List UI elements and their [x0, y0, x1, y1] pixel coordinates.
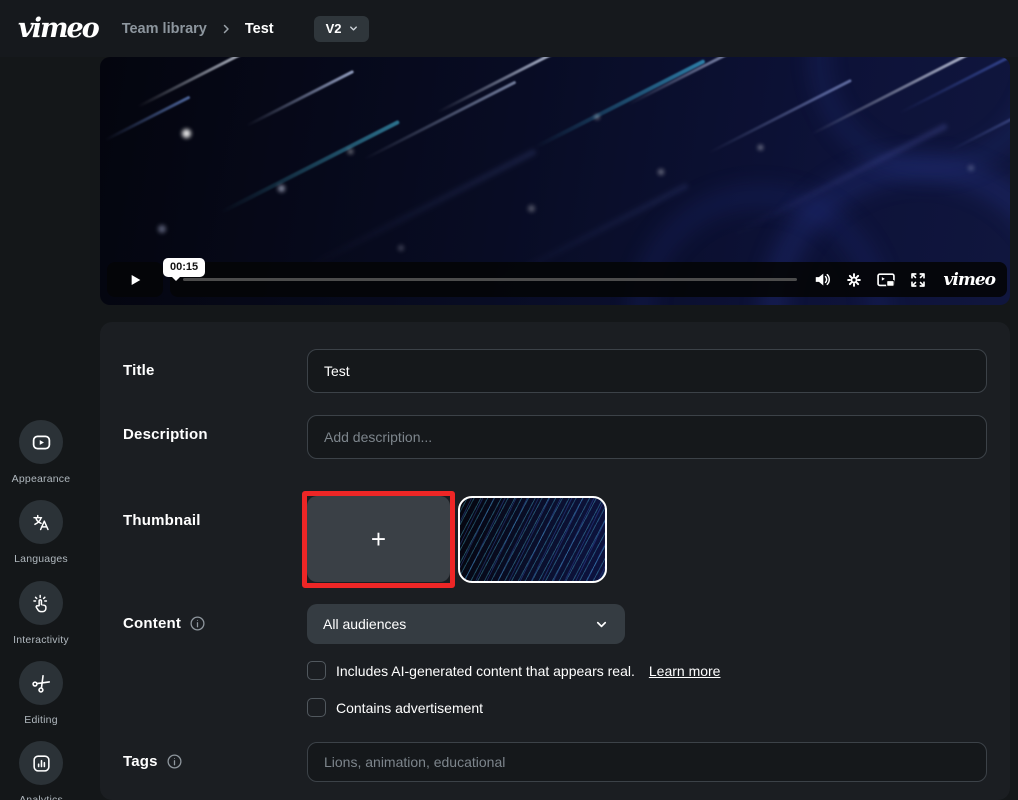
breadcrumb-team-library[interactable]: Team library	[122, 21, 207, 37]
advertisement-label: Contains advertisement	[336, 700, 483, 716]
tags-label: Tags	[123, 753, 183, 770]
title-label-text: Title	[123, 362, 155, 379]
player-control-bar: vimeo	[170, 262, 1007, 297]
breadcrumb-current: Test	[245, 21, 274, 37]
sidebar-item-label: Editing	[0, 714, 82, 726]
chevron-down-icon	[348, 23, 359, 34]
thumbnail-label: Thumbnail	[123, 512, 201, 529]
settings-panel: Title Description Thumbnail + Content Al…	[100, 322, 1010, 800]
video-player[interactable]: vimeo 00:15	[100, 57, 1010, 305]
title-label: Title	[123, 362, 155, 379]
sidebar-item-label: Appearance	[0, 473, 82, 485]
add-thumbnail-button[interactable]: +	[307, 496, 450, 582]
timestamp-tooltip: 00:15	[163, 258, 205, 277]
tags-input[interactable]	[307, 742, 987, 782]
topbar: vimeo Team library Test V2	[0, 0, 1018, 57]
vimeo-logo[interactable]: vimeo	[18, 13, 98, 44]
chevron-down-icon	[594, 617, 609, 632]
breadcrumb: Team library Test V2	[122, 16, 369, 42]
version-label: V2	[326, 21, 342, 36]
play-icon	[127, 272, 143, 288]
description-input[interactable]	[307, 415, 987, 459]
sidebar-item-appearance[interactable]: Appearance	[0, 420, 82, 485]
interactivity-icon	[19, 581, 63, 625]
editing-icon	[19, 661, 63, 705]
ai-content-row: Includes AI-generated content that appea…	[307, 661, 720, 680]
progress-bar[interactable]	[183, 278, 797, 281]
content-label: Content	[123, 615, 206, 632]
sidebar-item-editing[interactable]: Editing	[0, 661, 82, 726]
sidebar-item-label: Interactivity	[0, 634, 82, 646]
pip-button[interactable]	[876, 270, 896, 290]
appearance-icon	[19, 420, 63, 464]
gear-icon	[845, 271, 863, 289]
advertisement-row: Contains advertisement	[307, 698, 483, 717]
thumbnail-image[interactable]	[458, 496, 607, 583]
sidebar-item-interactivity[interactable]: Interactivity	[0, 581, 82, 646]
picture-in-picture-icon	[876, 270, 896, 290]
version-dropdown-button[interactable]: V2	[314, 16, 369, 42]
ai-content-label: Includes AI-generated content that appea…	[336, 663, 635, 679]
thumbnail-label-text: Thumbnail	[123, 512, 201, 529]
fullscreen-button[interactable]	[909, 271, 927, 289]
title-input[interactable]	[307, 349, 987, 393]
sidebar: Appearance Languages Interactivity Editi…	[0, 57, 100, 800]
volume-button[interactable]	[813, 270, 832, 289]
analytics-icon	[19, 741, 63, 785]
sidebar-item-analytics[interactable]: Analytics	[0, 741, 82, 800]
description-label-text: Description	[123, 426, 208, 443]
advertisement-checkbox[interactable]	[307, 698, 326, 717]
audience-selected-value: All audiences	[323, 616, 406, 632]
ai-content-checkbox[interactable]	[307, 661, 326, 680]
sidebar-item-label: Analytics	[0, 794, 82, 800]
chevron-right-icon	[220, 23, 232, 35]
vimeo-watermark[interactable]: vimeo	[944, 270, 995, 290]
volume-icon	[813, 270, 832, 289]
info-icon[interactable]	[166, 753, 183, 770]
tags-label-text: Tags	[123, 753, 158, 770]
settings-button[interactable]	[845, 271, 863, 289]
learn-more-link[interactable]: Learn more	[649, 663, 721, 679]
sidebar-item-languages[interactable]: Languages	[0, 500, 82, 565]
info-icon[interactable]	[189, 615, 206, 632]
languages-icon	[19, 500, 63, 544]
audience-dropdown[interactable]: All audiences	[307, 604, 625, 644]
sidebar-item-label: Languages	[0, 553, 82, 565]
fullscreen-icon	[909, 271, 927, 289]
play-button[interactable]	[107, 262, 163, 297]
description-label: Description	[123, 426, 208, 443]
content-label-text: Content	[123, 615, 181, 632]
